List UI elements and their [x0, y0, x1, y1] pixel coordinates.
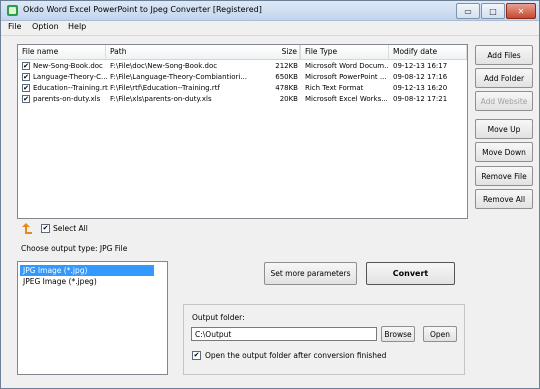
- cell-size: 478KB: [275, 84, 298, 92]
- cell-modify-date: 09-08-12 17:16: [393, 73, 448, 81]
- cell-modify-date: 09-12-13 16:17: [393, 62, 448, 70]
- remove-all-button[interactable]: Remove All: [475, 189, 533, 209]
- row-checkbox[interactable]: ✔: [22, 84, 30, 92]
- set-more-parameters-button[interactable]: Set more parameters: [264, 262, 357, 285]
- maximize-button[interactable]: □: [481, 3, 505, 19]
- output-format-list[interactable]: JPG Image (*.jpg) JPEG Image (*.jpeg): [17, 261, 168, 375]
- output-folder-label: Output folder:: [192, 313, 245, 322]
- column-header-file-name[interactable]: File name: [18, 45, 106, 59]
- window-title: Okdo Word Excel PowerPoint to Jpeg Conve…: [23, 5, 262, 14]
- menu-bar: File Option Help: [1, 21, 539, 36]
- file-list-header: File name Path Size File Type Modify dat…: [18, 45, 467, 60]
- cell-modify-date: 09-08-12 17:21: [393, 95, 448, 103]
- cell-file-name: parents-on-duty.xls: [33, 95, 101, 103]
- row-checkbox[interactable]: ✔: [22, 62, 30, 70]
- cell-path: F:\File\xls\parents-on-duty.xls: [110, 95, 212, 103]
- maximize-icon: □: [489, 6, 497, 16]
- app-logo-icon: [7, 5, 18, 16]
- column-header-size[interactable]: Size: [259, 45, 301, 59]
- open-folder-button[interactable]: Open: [423, 326, 457, 342]
- browse-button[interactable]: Browse: [381, 326, 415, 342]
- cell-file-name: Education--Training.rtf: [33, 84, 108, 92]
- format-option-jpg[interactable]: JPG Image (*.jpg): [20, 265, 154, 276]
- remove-file-button[interactable]: Remove File: [475, 166, 533, 186]
- add-website-button[interactable]: Add Website: [475, 91, 533, 111]
- move-up-button[interactable]: Move Up: [475, 119, 533, 139]
- output-folder-input[interactable]: C:\Output: [191, 327, 377, 341]
- cell-file-type: Microsoft PowerPoint ...: [305, 73, 387, 81]
- cell-path: F:\File\Language-Theory-Combiantiori...: [110, 73, 247, 81]
- format-option-jpeg[interactable]: JPEG Image (*.jpeg): [20, 276, 154, 287]
- row-checkbox[interactable]: ✔: [22, 95, 30, 103]
- close-button[interactable]: ✕: [506, 3, 536, 19]
- cell-file-type: Rich Text Format: [305, 84, 364, 92]
- output-folder-group: Output folder: C:\Output Browse Open ✔ O…: [183, 304, 465, 375]
- title-bar[interactable]: Okdo Word Excel PowerPoint to Jpeg Conve…: [1, 1, 539, 21]
- open-after-conversion-label[interactable]: Open the output folder after conversion …: [205, 351, 386, 360]
- cell-file-name: New-Song-Book.doc: [33, 62, 103, 70]
- menu-option[interactable]: Option: [32, 22, 59, 31]
- column-header-file-type[interactable]: File Type: [301, 45, 389, 59]
- cell-size: 20KB: [279, 95, 298, 103]
- cell-modify-date: 09-12-13 16:20: [393, 84, 448, 92]
- menu-help[interactable]: Help: [68, 22, 86, 31]
- select-all-checkbox[interactable]: ✔: [41, 224, 50, 233]
- minimize-icon: ▭: [464, 6, 472, 16]
- move-down-button[interactable]: Move Down: [475, 142, 533, 162]
- cell-path: F:\File\doc\New-Song-Book.doc: [110, 62, 218, 70]
- cell-file-name: Language-Theory-C...: [33, 73, 108, 81]
- table-row[interactable]: ✔ Language-Theory-C... F:\File\Language-…: [18, 72, 467, 83]
- app-window: Okdo Word Excel PowerPoint to Jpeg Conve…: [0, 0, 540, 389]
- table-row[interactable]: ✔ parents-on-duty.xls F:\File\xls\parent…: [18, 94, 467, 105]
- cell-file-type: Microsoft Word Docum...: [305, 62, 389, 70]
- column-header-modify-date[interactable]: Modify date: [389, 45, 467, 59]
- minimize-button[interactable]: ▭: [456, 3, 480, 19]
- row-checkbox[interactable]: ✔: [22, 73, 30, 81]
- open-after-conversion-checkbox[interactable]: ✔: [192, 351, 201, 360]
- cell-size: 212KB: [275, 62, 298, 70]
- cell-path: F:\File\rtf\Education--Training.rtf: [110, 84, 220, 92]
- add-files-button[interactable]: Add Files: [475, 45, 533, 65]
- menu-file[interactable]: File: [8, 22, 21, 31]
- table-row[interactable]: ✔ New-Song-Book.doc F:\File\doc\New-Song…: [18, 61, 467, 72]
- file-list-table[interactable]: File name Path Size File Type Modify dat…: [17, 44, 468, 219]
- cell-file-type: Microsoft Excel Works...: [305, 95, 388, 103]
- select-all-label[interactable]: Select All: [53, 224, 88, 233]
- close-icon: ✕: [517, 6, 525, 16]
- add-folder-button[interactable]: Add Folder: [475, 68, 533, 88]
- convert-button[interactable]: Convert: [366, 262, 455, 285]
- table-row[interactable]: ✔ Education--Training.rtf F:\File\rtf\Ed…: [18, 83, 467, 94]
- output-type-label: Choose output type: JPG File: [21, 244, 128, 253]
- up-arrow-icon[interactable]: [21, 223, 33, 235]
- cell-size: 650KB: [275, 73, 298, 81]
